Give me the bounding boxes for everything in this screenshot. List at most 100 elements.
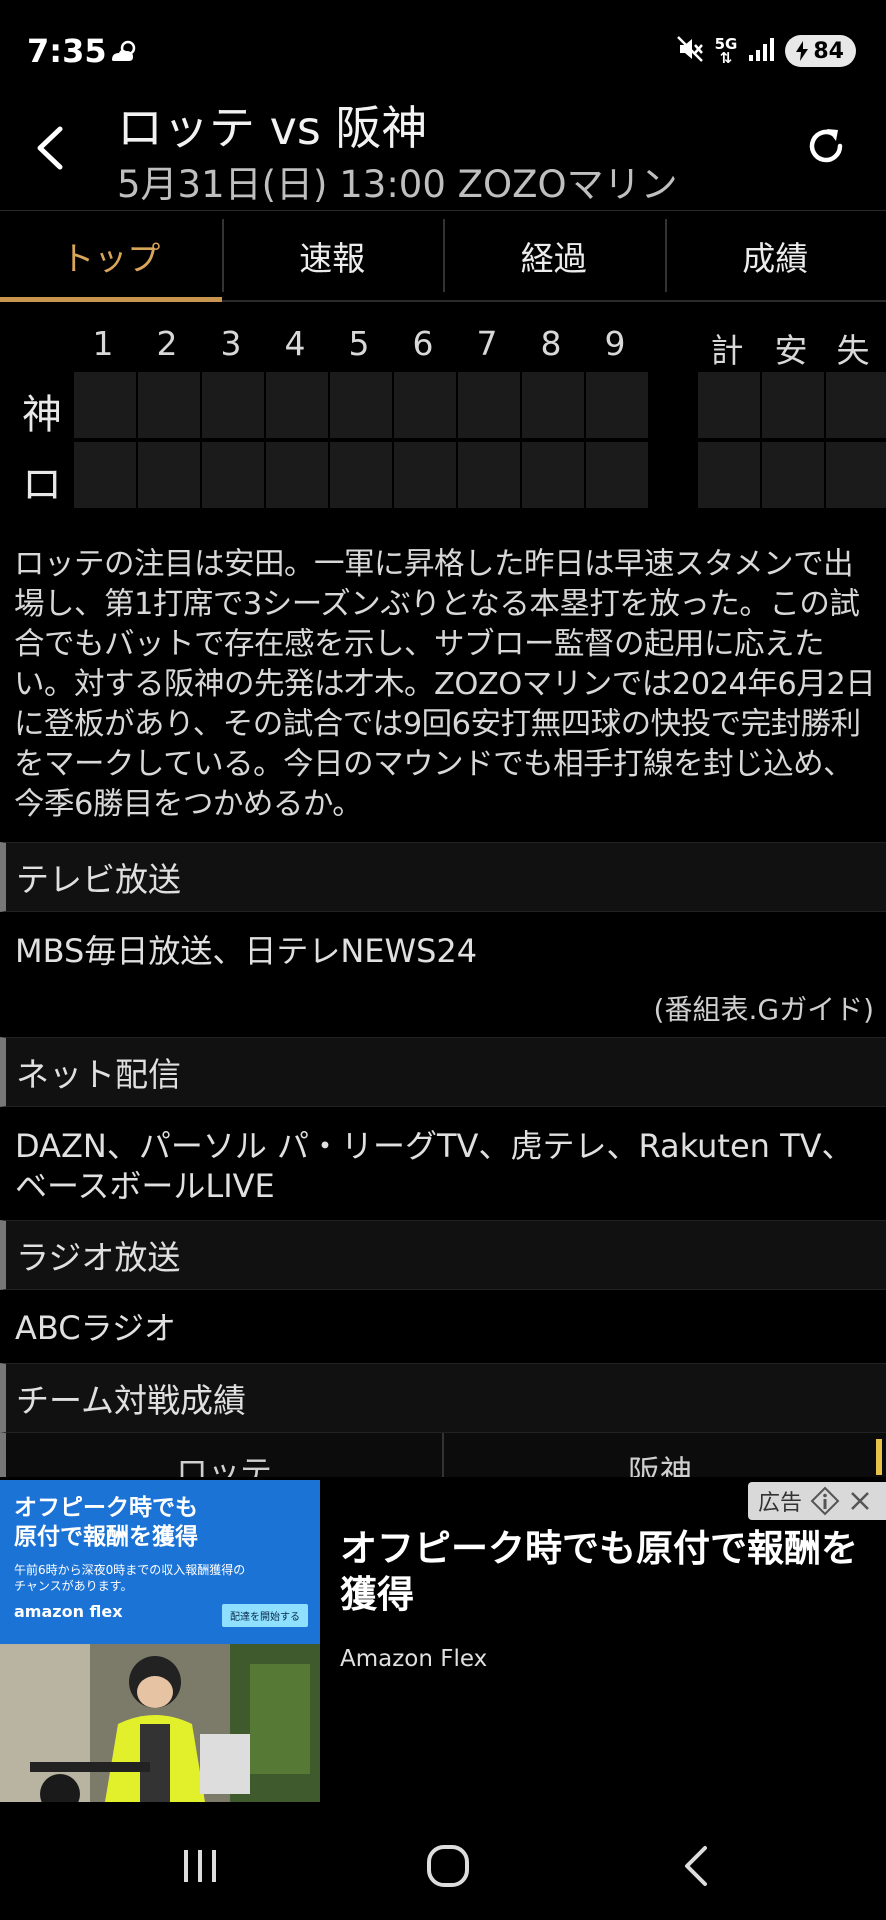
score-cell	[394, 442, 456, 508]
battery-indicator: 84	[785, 35, 856, 67]
inning-label: 4	[284, 324, 306, 363]
inning-label: 6	[412, 324, 434, 363]
h2h-section-header: チーム対戦成績	[0, 1363, 886, 1433]
close-icon	[851, 1492, 869, 1510]
ad-headline[interactable]: オフピーク時でも原付で報酬を獲得	[340, 1526, 870, 1618]
score-cell	[138, 442, 200, 508]
net-services: DAZN、パーソル パ・リーグTV、虎テレ、Rakuten TV、 ベースボール…	[15, 1126, 854, 1206]
tab-bar: トップ 速報 経過 成績	[0, 210, 886, 302]
weather-icon	[108, 40, 138, 68]
hits-label: 安	[774, 331, 808, 370]
ad-banner[interactable]: オフピーク時でも 原付で報酬を獲得 午前6時から深夜0時までの収入報酬獲得の チ…	[0, 1480, 886, 1802]
recent-apps-button[interactable]	[160, 1836, 240, 1896]
team-label: 神	[22, 392, 62, 438]
h2h-team2: 阪神	[628, 1453, 693, 1477]
score-cell	[394, 372, 456, 438]
tab-progress[interactable]: 経過	[443, 211, 665, 300]
scoreboard-row-away: 神	[0, 370, 886, 440]
charging-icon	[796, 41, 809, 61]
net-services-line: ベースボールLIVE	[15, 1167, 275, 1205]
score-cell	[202, 442, 264, 508]
tab-top[interactable]: トップ	[0, 211, 222, 302]
score-cell	[586, 372, 648, 438]
home-icon	[427, 1845, 469, 1887]
ad-badge[interactable]: 広告	[748, 1482, 886, 1520]
inning-label: 2	[156, 324, 178, 363]
radio-stations: ABCラジオ	[15, 1309, 176, 1347]
h2h-team1: ロッテ	[176, 1453, 273, 1477]
score-cell	[458, 372, 520, 438]
total-cell	[698, 372, 760, 438]
inning-label: 8	[540, 324, 562, 363]
ad-image-heading-line: オフピーク時でも	[14, 1495, 198, 1521]
network-type: 5G ⇅	[714, 35, 738, 67]
team-label: ロ	[22, 462, 62, 508]
h2h-table: ロッテ 阪神	[0, 1433, 886, 1477]
chevron-left-icon	[685, 1846, 707, 1886]
back-button[interactable]	[24, 118, 74, 178]
score-cell	[266, 442, 328, 508]
score-cell	[522, 442, 584, 508]
tv-channels: MBS毎日放送、日テレNEWS24	[15, 932, 478, 970]
total-cell	[698, 442, 760, 508]
score-cell	[330, 442, 392, 508]
scroll-indicator	[876, 1439, 882, 1475]
ad-image-button: 配達を開始する	[222, 1604, 308, 1627]
battery-level: 84	[813, 38, 844, 64]
mute-icon	[675, 34, 705, 68]
game-info: 5月31日(日) 13:00 ZOZOマリン	[117, 163, 678, 206]
app-header: ロッテ vs 阪神 5月31日(日) 13:00 ZOZOマリン	[0, 88, 886, 208]
tv-source-note: (番組表.Gガイド)	[653, 993, 874, 1026]
ad-advertiser: Amazon Flex	[340, 1646, 488, 1672]
runs-label: 計	[710, 331, 744, 370]
inning-label: 7	[476, 324, 498, 363]
ad-info-icon	[810, 1486, 840, 1516]
ad-image-caption: 午前6時から深夜0時までの収入報酬獲得の チャンスがあります。	[14, 1562, 245, 1594]
score-cell	[74, 372, 136, 438]
chevron-left-icon	[37, 126, 63, 170]
total-cell	[762, 372, 824, 438]
scoreboard: 1 2 3 4 5 6 7 8 9 計 安 失 神 ロ	[0, 318, 886, 510]
page-title: ロッテ vs 阪神	[117, 101, 428, 155]
ad-image-heading-line: 原付で報酬を獲得	[14, 1524, 198, 1550]
recent-apps-icon	[184, 1850, 216, 1882]
game-preview-text: ロッテの注目は安田。一軍に昇格した昨日は早速スタメンで出場し、第1打席で3シーズ…	[14, 547, 876, 822]
ad-image[interactable]: オフピーク時でも 原付で報酬を獲得 午前6時から深夜0時までの収入報酬獲得の チ…	[0, 1480, 320, 1802]
tab-stats[interactable]: 成績	[664, 211, 886, 300]
signal-icon	[747, 35, 775, 67]
inning-label: 3	[220, 324, 242, 363]
refresh-button[interactable]	[796, 116, 856, 176]
score-cell	[74, 442, 136, 508]
score-cell	[586, 442, 648, 508]
radio-section-header: ラジオ放送	[0, 1220, 886, 1290]
net-section-header: ネット配信	[0, 1037, 886, 1107]
system-nav-bar	[0, 1802, 886, 1920]
back-nav-button[interactable]	[656, 1836, 736, 1896]
score-cell	[266, 372, 328, 438]
score-cell	[330, 372, 392, 438]
inning-label: 5	[348, 324, 370, 363]
total-cell	[826, 442, 886, 508]
net-services-line: DAZN、パーソル パ・リーグTV、虎テレ、Rakuten TV、	[15, 1127, 854, 1165]
score-cell	[458, 442, 520, 508]
score-cell	[138, 372, 200, 438]
score-cell	[202, 372, 264, 438]
total-cell	[826, 372, 886, 438]
inning-label: 9	[604, 324, 626, 363]
h2h-divider	[442, 1433, 444, 1477]
home-button[interactable]	[408, 1836, 488, 1896]
errors-label: 失	[836, 331, 870, 370]
status-bar: 7:35 5G ⇅ 84	[0, 0, 886, 100]
ad-image-caption-line: チャンスがあります。	[14, 1579, 133, 1593]
ad-image-caption-line: 午前6時から深夜0時までの収入報酬獲得の	[14, 1563, 246, 1577]
ad-image-heading: オフピーク時でも 原付で報酬を獲得	[14, 1494, 198, 1552]
ad-label: 広告	[758, 1491, 803, 1516]
tv-section-header: テレビ放送	[0, 842, 886, 912]
total-cell	[762, 442, 824, 508]
ad-photo	[0, 1644, 320, 1802]
scoreboard-header: 1 2 3 4 5 6 7 8 9 計 安 失	[0, 318, 886, 370]
status-time: 7:35	[27, 32, 107, 70]
tab-live[interactable]: 速報	[221, 211, 444, 300]
score-cell	[522, 372, 584, 438]
scoreboard-row-home: ロ	[0, 440, 886, 510]
